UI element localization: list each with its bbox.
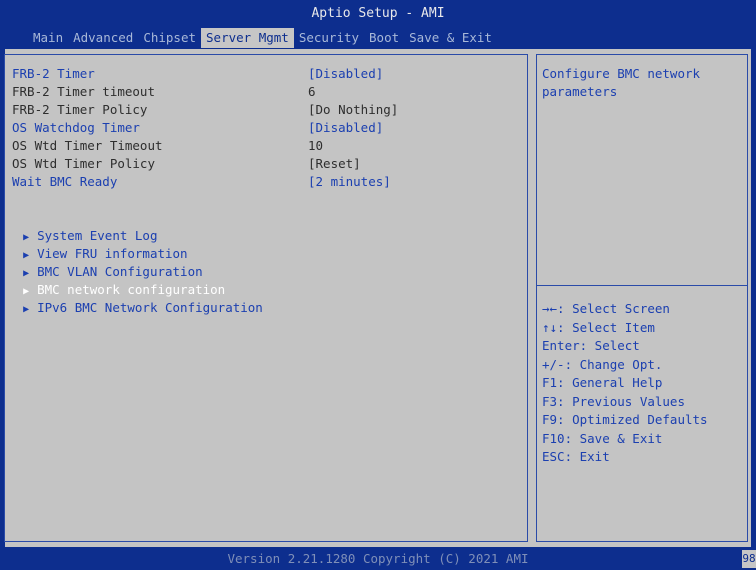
setting-frb2-timer[interactable]: FRB-2 Timer [Disabled]	[12, 65, 383, 83]
key-help-item: F1: General Help	[542, 375, 663, 390]
submenu-system-event-log[interactable]: ▶ System Event Log	[8, 209, 157, 243]
setting-label: FRB-2 Timer	[12, 66, 95, 81]
key-help-item: →←: Select Screen	[542, 301, 670, 316]
setting-value: [Reset]	[308, 156, 361, 171]
menu-bar: Main Advanced Chipset Server Mgmt Securi…	[28, 28, 497, 48]
tab-chipset[interactable]: Chipset	[138, 28, 201, 48]
help-divider	[536, 285, 748, 286]
tab-security[interactable]: Security	[294, 28, 364, 48]
help-pane	[536, 54, 748, 542]
setting-frb2-timer-policy: FRB-2 Timer Policy [Do Nothing]	[12, 101, 398, 119]
setting-value: [Do Nothing]	[308, 102, 399, 117]
setting-label: FRB-2 Timer timeout	[12, 84, 155, 99]
setting-label: OS Wtd Timer Policy	[12, 156, 155, 171]
key-help-item: F9: Optimized Defaults	[542, 412, 708, 427]
setting-value[interactable]: [Disabled]	[308, 119, 383, 137]
tab-advanced[interactable]: Advanced	[68, 28, 138, 48]
submenu-bmc-network-configuration[interactable]: ▶ BMC network configuration	[8, 263, 225, 297]
submenu-ipv6-bmc-network-configuration[interactable]: ▶ IPv6 BMC Network Configuration	[8, 281, 263, 315]
page-badge: 98	[742, 550, 756, 568]
help-text-line: parameters	[542, 84, 618, 99]
setting-label: OS Wtd Timer Timeout	[12, 138, 163, 153]
setting-label: OS Watchdog Timer	[12, 120, 140, 135]
setting-os-watchdog-timer[interactable]: OS Watchdog Timer [Disabled]	[12, 119, 383, 137]
key-help-item: ↑↓: Select Item	[542, 319, 655, 335]
setting-os-wtd-timer-policy: OS Wtd Timer Policy [Reset]	[12, 155, 361, 173]
setting-value: 10	[308, 138, 324, 153]
setting-value: 6	[308, 84, 316, 99]
help-text-line: Configure BMC network	[542, 66, 701, 81]
tab-main[interactable]: Main	[28, 28, 68, 48]
setting-label: Wait BMC Ready	[12, 174, 118, 189]
version-text: Version 2.21.1280 Copyright (C) 2021 AMI	[227, 551, 529, 566]
setting-value[interactable]: [Disabled]	[308, 65, 383, 83]
tab-server-mgmt[interactable]: Server Mgmt	[201, 28, 294, 48]
setting-frb2-timer-timeout: FRB-2 Timer timeout 6	[12, 83, 316, 101]
tab-save-exit[interactable]: Save & Exit	[404, 28, 497, 48]
key-help-item: F3: Previous Values	[542, 393, 685, 409]
title-bar: Aptio Setup - AMI Main Advanced Chipset …	[0, 0, 756, 48]
tab-boot[interactable]: Boot	[364, 28, 404, 48]
footer-bar: Version 2.21.1280 Copyright (C) 2021 AMI…	[0, 548, 756, 570]
key-help-item: F10: Save & Exit	[542, 430, 663, 446]
setting-wait-bmc-ready[interactable]: Wait BMC Ready [2 minutes]	[12, 173, 391, 191]
submenu-bmc-vlan-configuration[interactable]: ▶ BMC VLAN Configuration	[8, 245, 203, 279]
submenu-view-fru-information[interactable]: ▶ View FRU information	[8, 227, 188, 261]
setting-label: FRB-2 Timer Policy	[12, 102, 148, 117]
key-help-item: Enter: Select	[542, 338, 640, 353]
key-help-item: ESC: Exit	[542, 449, 610, 464]
key-help-list: →←: Select Screen ↑↓: Select Item Enter:…	[542, 300, 708, 467]
triangle-right-icon: ▶	[23, 304, 30, 315]
submenu-label: IPv6 BMC Network Configuration	[37, 300, 263, 315]
setting-os-wtd-timer-timeout: OS Wtd Timer Timeout 10	[12, 137, 323, 155]
app-title: Aptio Setup - AMI	[311, 6, 445, 21]
setting-value[interactable]: [2 minutes]	[308, 173, 391, 191]
key-help-item: +/-: Change Opt.	[542, 356, 663, 372]
